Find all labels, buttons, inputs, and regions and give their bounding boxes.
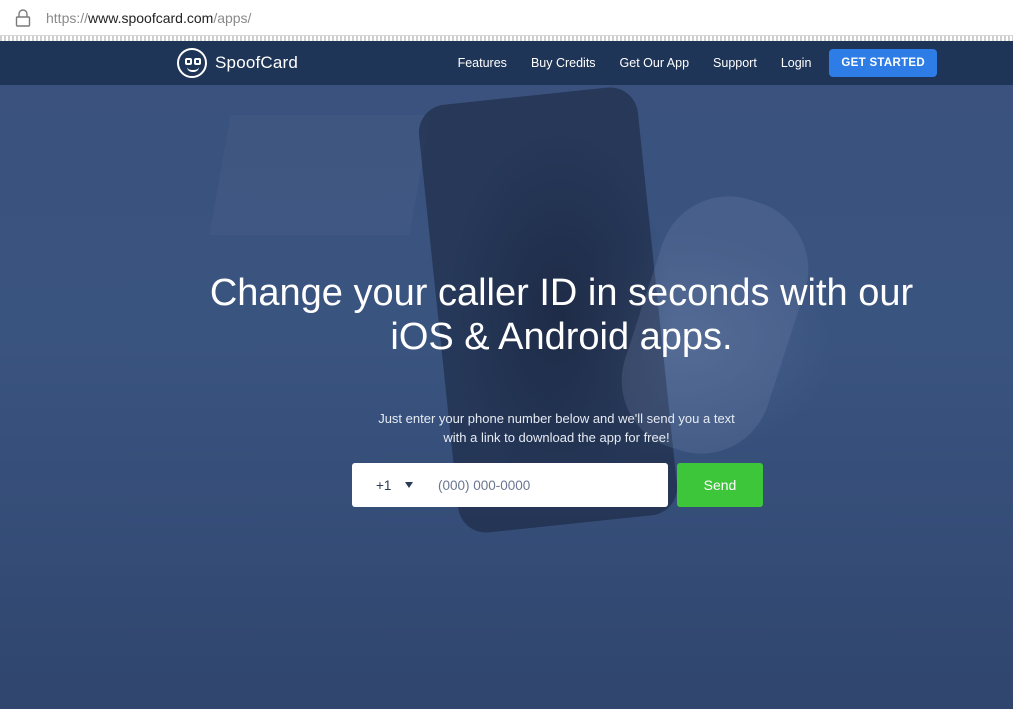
nav-link-get-our-app[interactable]: Get Our App <box>620 56 689 70</box>
hero-subtext: Just enter your phone number below and w… <box>0 409 1013 447</box>
phone-number-input[interactable] <box>436 471 656 499</box>
hero-subtext-line-1: Just enter your phone number below and w… <box>378 411 735 426</box>
nav-links: Features Buy Credits Get Our App Support… <box>434 41 937 85</box>
send-link-form: +1 Send <box>352 463 763 507</box>
send-button[interactable]: Send <box>677 463 763 507</box>
hero-section: Change your caller ID in seconds with ou… <box>0 85 1013 709</box>
site-navigation: SpoofCard Features Buy Credits Get Our A… <box>0 41 1013 85</box>
phone-number-box: +1 <box>352 463 668 507</box>
url-host: www.spoofcard.com <box>88 10 214 26</box>
country-code-value: +1 <box>376 477 392 493</box>
nav-link-support[interactable]: Support <box>713 56 757 70</box>
url-path: /apps/ <box>213 10 252 26</box>
brand-logo[interactable]: SpoofCard <box>177 48 298 78</box>
get-started-button[interactable]: GET STARTED <box>829 49 937 77</box>
hero-background-laptop <box>209 115 431 235</box>
browser-address-bar[interactable]: https://www.spoofcard.com/apps/ <box>0 0 1013 36</box>
url-scheme: https:// <box>46 10 89 26</box>
url-text[interactable]: https://www.spoofcard.com/apps/ <box>46 8 251 28</box>
country-code-select[interactable]: +1 <box>376 463 414 507</box>
nav-link-login[interactable]: Login <box>781 56 812 70</box>
brand-name: SpoofCard <box>215 53 299 72</box>
caret-down-icon <box>405 482 414 488</box>
lock-icon <box>15 9 31 27</box>
nav-link-features[interactable]: Features <box>458 56 507 70</box>
hero-headline-line-1: Change your caller ID in seconds with ou… <box>209 272 914 314</box>
hero-headline: Change your caller ID in seconds with ou… <box>0 271 1013 359</box>
hero-subtext-line-2: with a link to download the app for free… <box>443 430 670 445</box>
spoofcard-logo-icon <box>177 48 207 78</box>
hero-headline-line-2: iOS & Android apps. <box>390 316 733 358</box>
nav-link-buy-credits[interactable]: Buy Credits <box>531 56 596 70</box>
